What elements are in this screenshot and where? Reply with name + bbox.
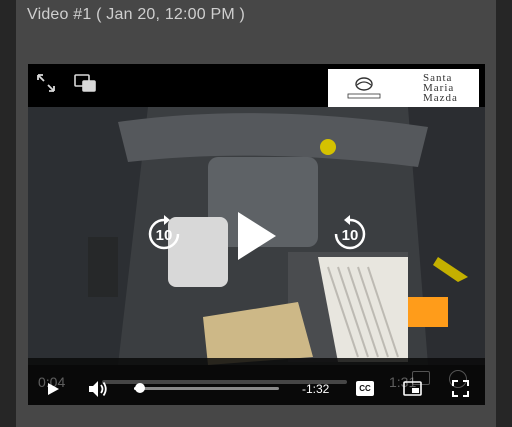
- time-remaining: -1:32: [302, 382, 330, 396]
- video-title: Video #1 ( Jan 20, 12:00 PM ): [27, 6, 246, 23]
- mazda-logo-icon: [347, 77, 381, 99]
- progress-bar[interactable]: [134, 383, 279, 393]
- skip-back-10-icon[interactable]: 10: [144, 214, 184, 254]
- page-margin-right: [496, 0, 512, 427]
- control-bar: -1:32 CC: [28, 378, 485, 400]
- volume-icon[interactable]: [88, 380, 108, 398]
- player-top-bar: Santa Maria Mazda: [28, 64, 485, 107]
- closed-captions-button[interactable]: CC: [356, 381, 374, 396]
- page-margin-left: [0, 0, 16, 427]
- logo-line-3: Mazda: [423, 92, 458, 104]
- picture-in-picture-top-button[interactable]: [72, 71, 98, 95]
- skip-forward-10-icon[interactable]: 10: [330, 214, 370, 254]
- dealer-logo: Santa Maria Mazda: [328, 69, 479, 107]
- closed-captions-icon: CC: [359, 384, 371, 393]
- skip-forward-label: 10: [342, 227, 359, 244]
- picture-in-picture-icon[interactable]: [403, 381, 422, 396]
- dealer-logo-text: Santa Maria Mazda: [423, 73, 479, 104]
- skip-back-label: 10: [156, 227, 173, 244]
- expand-icon: [37, 74, 55, 92]
- picture-in-picture-icon: [74, 74, 96, 92]
- expand-button[interactable]: [34, 71, 58, 95]
- fullscreen-icon[interactable]: [452, 380, 469, 397]
- video-player[interactable]: Santa Maria Mazda 10 10 0:04 1:31 -1:32 …: [28, 64, 485, 405]
- progress-thumb[interactable]: [134, 383, 145, 393]
- play-icon[interactable]: [46, 382, 60, 396]
- center-play-icon[interactable]: [234, 210, 278, 262]
